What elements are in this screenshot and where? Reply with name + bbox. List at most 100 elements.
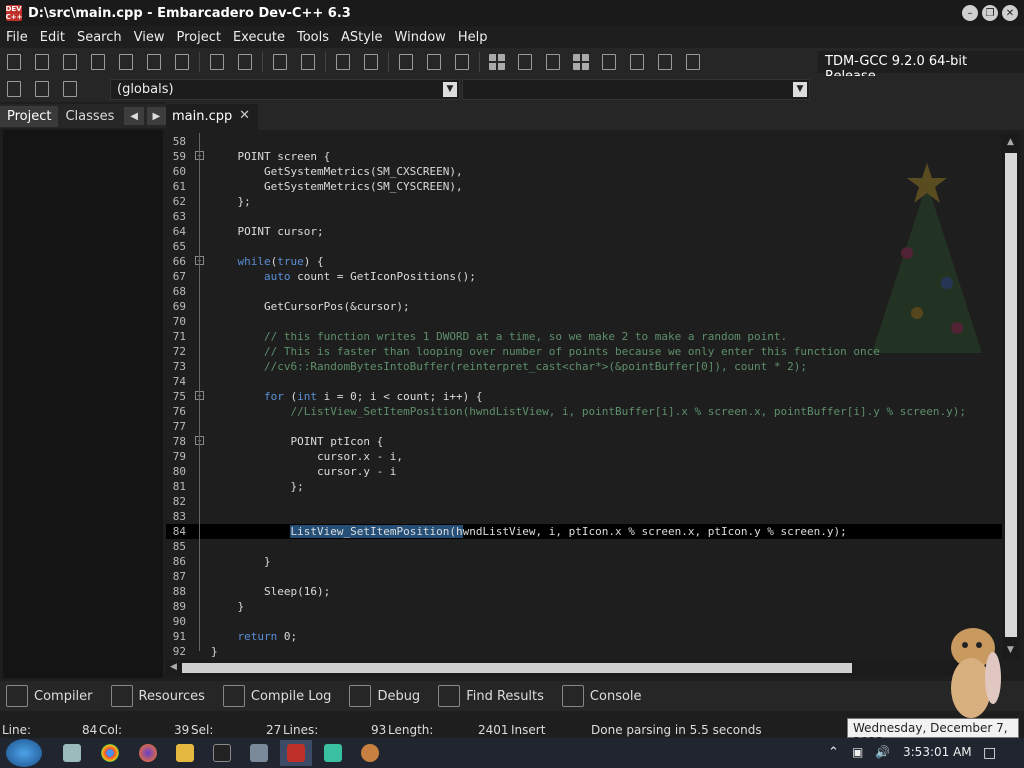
code-line[interactable]: 88 Sleep(16);	[166, 584, 1002, 599]
code-line[interactable]: 86 }	[166, 554, 1002, 569]
code-line[interactable]: 81 };	[166, 479, 1002, 494]
volume-icon[interactable]: 🔊	[875, 745, 890, 759]
clock[interactable]: 3:53:01 AM	[903, 745, 972, 759]
chevron-left-icon[interactable]: ◀	[124, 107, 144, 125]
code-line[interactable]: 84 ListView_SetItemPosition(hwndListView…	[166, 524, 1002, 539]
menu-window[interactable]: Window	[389, 30, 452, 45]
project-options-icon[interactable]	[451, 52, 473, 72]
file-explorer-icon[interactable]	[176, 744, 194, 762]
compile-icon[interactable]	[486, 52, 508, 72]
menu-edit[interactable]: Edit	[34, 30, 71, 45]
code-line[interactable]: 76 //ListView_SetItemPosition(hwndListVi…	[166, 404, 1002, 419]
code-line[interactable]: 68	[166, 284, 1002, 299]
unindent-icon[interactable]	[297, 52, 319, 72]
close-tab-icon[interactable]: ✕	[239, 108, 250, 123]
tab-compiler[interactable]: Compiler	[0, 685, 93, 707]
code-line[interactable]: 66 while(true) {	[166, 254, 1002, 269]
replace-icon[interactable]	[234, 52, 256, 72]
maximize-button[interactable]: ❐	[982, 5, 998, 21]
tab-project[interactable]: Project	[0, 105, 59, 127]
toggle-bookmark-icon[interactable]	[59, 79, 81, 99]
undo-icon[interactable]	[332, 52, 354, 72]
menu-astyle[interactable]: AStyle	[335, 30, 389, 45]
code-line[interactable]: 70	[166, 314, 1002, 329]
tab-classes[interactable]: Classes	[58, 106, 121, 127]
code-line[interactable]: 64 POINT cursor;	[166, 224, 1002, 239]
indent-icon[interactable]	[269, 52, 291, 72]
print-icon[interactable]	[171, 52, 193, 72]
devcpp-taskbar-icon[interactable]	[287, 744, 305, 762]
bookmark-icon[interactable]	[31, 79, 53, 99]
code-line[interactable]: 82	[166, 494, 1002, 509]
code-line[interactable]: 61 GetSystemMetrics(SM_CYSCREEN),	[166, 179, 1002, 194]
chevron-right-icon[interactable]: ▶	[146, 107, 166, 125]
vertical-scrollbar[interactable]: ▲ ▼	[1002, 133, 1020, 660]
code-line[interactable]: 78 POINT ptIcon {	[166, 434, 1002, 449]
scroll-left-icon[interactable]: ◀	[170, 662, 177, 672]
menu-execute[interactable]: Execute	[227, 30, 291, 45]
scroll-up-icon[interactable]: ▲	[1007, 137, 1014, 147]
tab-find-results[interactable]: Find Results	[432, 685, 544, 707]
scroll-down-icon[interactable]: ▼	[1007, 645, 1014, 655]
close-button[interactable]: ✕	[1002, 5, 1018, 21]
menu-help[interactable]: Help	[452, 30, 494, 45]
goto-bookmark-icon[interactable]	[3, 79, 25, 99]
menu-project[interactable]: Project	[170, 30, 226, 45]
code-line[interactable]: 91 return 0;	[166, 629, 1002, 644]
code-line[interactable]: 90	[166, 614, 1002, 629]
code-line[interactable]: 87	[166, 569, 1002, 584]
save-all-icon[interactable]	[87, 52, 109, 72]
close-file-icon[interactable]	[115, 52, 137, 72]
chrome-icon[interactable]	[101, 744, 119, 762]
code-line[interactable]: 69 GetCursorPos(&cursor);	[166, 299, 1002, 314]
new-project-icon[interactable]	[395, 52, 417, 72]
open-folder-icon[interactable]	[31, 52, 53, 72]
remove-from-project-icon[interactable]	[423, 52, 445, 72]
paint-icon[interactable]	[361, 744, 379, 762]
code-line[interactable]: 71 // this function writes 1 DWORD at a …	[166, 329, 1002, 344]
code-line[interactable]: 60 GetSystemMetrics(SM_CXSCREEN),	[166, 164, 1002, 179]
code-editor[interactable]: 58 59 POINT screen {60 GetSystemMetrics(S…	[166, 133, 1002, 660]
compile-run-icon[interactable]	[542, 52, 564, 72]
code-line[interactable]: 74	[166, 374, 1002, 389]
code-line[interactable]: 79 cursor.x - i,	[166, 449, 1002, 464]
close-all-icon[interactable]	[143, 52, 165, 72]
tab-compile-log[interactable]: Compile Log	[217, 685, 331, 707]
compiler-selector[interactable]: TDM-GCC 9.2.0 64-bit Release	[818, 51, 1024, 84]
tab-main-cpp[interactable]: main.cpp ✕	[166, 104, 258, 130]
code-line[interactable]: 59 POINT screen {	[166, 149, 1002, 164]
code-line[interactable]: 85	[166, 539, 1002, 554]
code-line[interactable]: 65	[166, 239, 1002, 254]
vertical-scroll-thumb[interactable]	[1005, 153, 1017, 637]
tab-debug[interactable]: Debug	[343, 685, 420, 707]
code-line[interactable]: 63	[166, 209, 1002, 224]
rebuild-all-icon[interactable]	[570, 52, 592, 72]
task-view-icon[interactable]	[63, 744, 81, 762]
tab-resources[interactable]: Resources	[105, 685, 205, 707]
horizontal-scroll-thumb[interactable]	[182, 663, 852, 673]
function-dropdown[interactable]: ▼	[462, 79, 810, 100]
code-line[interactable]: 73 //cv6::RandomBytesIntoBuffer(reinterp…	[166, 359, 1002, 374]
menu-tools[interactable]: Tools	[291, 30, 335, 45]
windows-start-icon[interactable]	[6, 739, 42, 767]
code-line[interactable]: 80 cursor.y - i	[166, 464, 1002, 479]
syntax-check-icon[interactable]	[598, 52, 620, 72]
stop-execution-icon[interactable]	[626, 52, 648, 72]
code-line[interactable]: 77	[166, 419, 1002, 434]
notification-icon[interactable]: □	[983, 745, 996, 761]
remote-desktop-icon[interactable]	[250, 744, 268, 762]
profile-icon[interactable]	[654, 52, 676, 72]
minimize-button[interactable]: –	[962, 5, 978, 21]
find-icon[interactable]	[206, 52, 228, 72]
save-icon[interactable]	[59, 52, 81, 72]
menu-search[interactable]: Search	[71, 30, 128, 45]
scope-dropdown[interactable]: (globals) ▼	[110, 79, 460, 100]
chevron-down-icon[interactable]: ▼	[793, 82, 807, 97]
run-icon[interactable]	[514, 52, 536, 72]
code-line[interactable]: 72 // This is faster than looping over n…	[166, 344, 1002, 359]
chevron-up-icon[interactable]: ⌃	[828, 745, 839, 760]
code-line[interactable]: 67 auto count = GetIconPositions();	[166, 269, 1002, 284]
code-line[interactable]: 62 };	[166, 194, 1002, 209]
delete-profile-icon[interactable]	[682, 52, 704, 72]
horizontal-scrollbar[interactable]: ◀ ▶	[166, 660, 1002, 676]
